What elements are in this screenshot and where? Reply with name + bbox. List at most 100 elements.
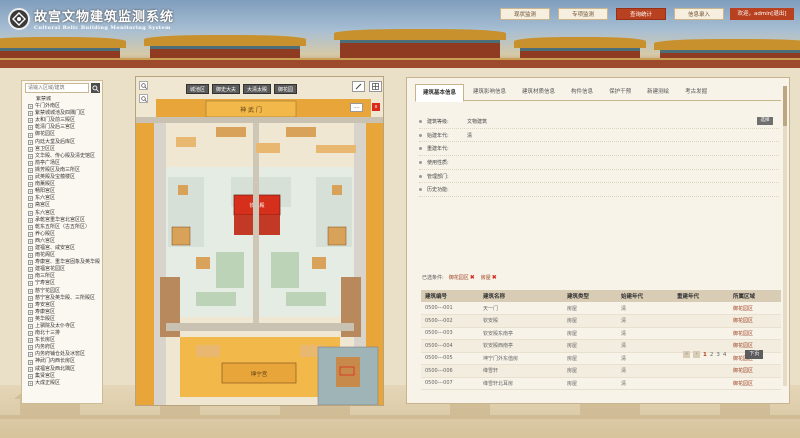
nav-status-monitoring[interactable]: 现状监测	[500, 8, 550, 20]
expand-icon[interactable]: +	[28, 373, 33, 379]
column-header[interactable]: 重建年代	[673, 290, 729, 302]
expand-icon[interactable]: +	[28, 295, 33, 301]
expand-icon[interactable]: +	[28, 359, 33, 365]
condition-chip[interactable]: 御花园区 ✖	[449, 274, 475, 282]
tab-material-info[interactable]: 建筑材质信息	[515, 84, 562, 100]
expand-icon[interactable]: +	[28, 316, 33, 322]
expand-icon[interactable]: +	[28, 132, 33, 138]
tree-item[interactable]: + 咸福宫及西北隅区	[24, 366, 100, 373]
expand-icon[interactable]: +	[28, 238, 33, 244]
expand-icon[interactable]: +	[28, 324, 33, 330]
tree-item[interactable]: + 箭亭广场区	[24, 160, 100, 167]
column-header[interactable]: 建筑类型	[563, 290, 617, 302]
tab-archaeology[interactable]: 考古发掘	[678, 84, 714, 100]
layer-tab-1[interactable]: 城池区	[186, 84, 210, 94]
table-row[interactable]: 0500---001 天一门 房屋清 御花园区	[421, 302, 781, 315]
tree-item[interactable]: + 撷芳殿区及南三所区	[24, 167, 100, 174]
expand-icon[interactable]: +	[28, 366, 33, 372]
expand-icon[interactable]: +	[28, 309, 33, 315]
first-page-icon[interactable]: «	[683, 351, 690, 358]
expand-icon[interactable]: +	[28, 153, 33, 159]
expand-icon[interactable]: +	[28, 281, 33, 287]
tree-item[interactable]: + 慈宁宫及英华殿、三所殿区	[24, 295, 100, 302]
column-header[interactable]: 所属区域	[729, 290, 781, 302]
scrollbar-thumb[interactable]	[783, 86, 787, 126]
expand-icon[interactable]: +	[28, 338, 33, 344]
tab-impact-info[interactable]: 建筑影响信息	[466, 84, 513, 100]
expand-icon[interactable]: +	[28, 118, 33, 124]
expand-icon[interactable]: +	[28, 196, 33, 202]
user-logout[interactable]: 欢迎，admin[退出]	[730, 8, 794, 20]
palace-map[interactable]: 神 武 门 钦安殿	[136, 77, 384, 406]
tab-protection[interactable]: 保护干预	[602, 84, 638, 100]
page-number[interactable]: 1	[703, 352, 707, 358]
tab-basic-info[interactable]: 建筑基本信息	[415, 84, 465, 102]
map-close-button[interactable]: x	[372, 103, 380, 111]
expand-icon[interactable]: +	[28, 246, 33, 252]
expand-icon[interactable]: +	[28, 253, 33, 259]
remove-icon[interactable]: ✖	[470, 275, 475, 281]
column-header[interactable]: 建筑编号	[421, 290, 479, 302]
tree-item[interactable]: + 英华殿区	[24, 316, 100, 323]
expand-icon[interactable]: +	[28, 104, 33, 110]
tree-item[interactable]: + 神武门内西长房区	[24, 358, 100, 365]
tree-item[interactable]: + 寿康宫区	[24, 309, 100, 316]
table-row[interactable]: 0500---006 绛雪轩 房屋清 御花园区	[421, 364, 781, 378]
map-panel[interactable]: 神 武 门 钦安殿	[135, 76, 384, 406]
field-grade-value[interactable]: 文物建筑	[467, 118, 757, 125]
nav-special-monitoring[interactable]: 专项监测	[558, 8, 608, 20]
expand-icon[interactable]: +	[28, 217, 33, 223]
table-row[interactable]: 0500---003 钦安殿东南亭 房屋清 御花园区	[421, 327, 781, 340]
tree-item[interactable]: + 斋宫区	[24, 202, 100, 209]
expand-icon[interactable]: +	[28, 146, 33, 152]
table-row[interactable]: 0500---002 钦安殿 房屋清 御花园区	[421, 314, 781, 328]
expand-icon[interactable]: +	[28, 331, 33, 337]
tree-item[interactable]: + 寿安宫区	[24, 302, 100, 309]
tree-item[interactable]: + 乾东五所区（古五所区）	[24, 224, 100, 231]
tab-component-info[interactable]: 构件信息	[564, 84, 600, 100]
table-row[interactable]: 0500---007 绛雪轩北耳房 房屋清 御花园区	[421, 377, 781, 390]
tree-item[interactable]: + 集贤宫区	[24, 373, 100, 380]
tree-item[interactable]: + 东六宫区	[24, 210, 100, 217]
tree-item[interactable]: + 御花园区	[24, 131, 100, 138]
expand-icon[interactable]: +	[28, 203, 33, 209]
region-search-input[interactable]	[25, 83, 89, 93]
tree-item[interactable]: + 建福宫、咸安宫区	[24, 245, 100, 252]
tree-item[interactable]: + 内廷大堂及后库区	[24, 139, 100, 146]
expand-icon[interactable]: +	[28, 380, 33, 386]
tree-item[interactable]: + 文华殿、传心殿及清史馆区	[24, 153, 100, 160]
tree-item[interactable]: + 大成正殿区	[24, 380, 100, 387]
page-number[interactable]: 3	[716, 352, 720, 358]
layer-tab-2[interactable]: 御史大夫	[212, 84, 241, 94]
expand-icon[interactable]: +	[28, 182, 33, 188]
prev-page-icon[interactable]: ‹	[693, 351, 700, 358]
tree-item[interactable]: + 宫卫区区	[24, 146, 100, 153]
expand-icon[interactable]: +	[28, 288, 33, 294]
expand-icon[interactable]: +	[28, 210, 33, 216]
map-more-button[interactable]: ....	[350, 103, 363, 112]
page-number[interactable]: 2	[710, 352, 714, 358]
expand-icon[interactable]: +	[28, 224, 33, 230]
layer-tab-4[interactable]: 御花园	[274, 84, 298, 94]
nav-query-statistics[interactable]: 查询统计	[616, 8, 666, 20]
expand-icon[interactable]: +	[28, 274, 33, 280]
tree-item[interactable]: + 慈宁花园区	[24, 288, 100, 295]
zoom-in-tool[interactable]	[139, 81, 148, 90]
tree-item[interactable]: + 养心殿区	[24, 231, 100, 238]
tab-survey[interactable]: 新建测绘	[640, 84, 676, 100]
expand-icon[interactable]: +	[28, 302, 33, 308]
expand-icon[interactable]: +	[28, 125, 33, 131]
tree-item[interactable]: + 宁寿宫区	[24, 280, 100, 287]
zoom-out-tool[interactable]	[139, 94, 148, 103]
expand-icon[interactable]: +	[28, 345, 33, 351]
expand-icon[interactable]: +	[28, 111, 33, 117]
expand-icon[interactable]: +	[28, 167, 33, 173]
search-button[interactable]	[91, 83, 100, 93]
tree-item[interactable]: + 承乾宫重华宫北宫区区	[24, 217, 100, 224]
expand-icon[interactable]: +	[28, 231, 33, 237]
column-header[interactable]: 始建年代	[617, 290, 673, 302]
tree-item[interactable]: + 西六宫区	[24, 238, 100, 245]
select-button[interactable]: 选择	[757, 117, 773, 126]
expand-icon[interactable]: +	[28, 352, 33, 358]
layer-tab-3[interactable]: 大清太殿	[243, 84, 272, 94]
